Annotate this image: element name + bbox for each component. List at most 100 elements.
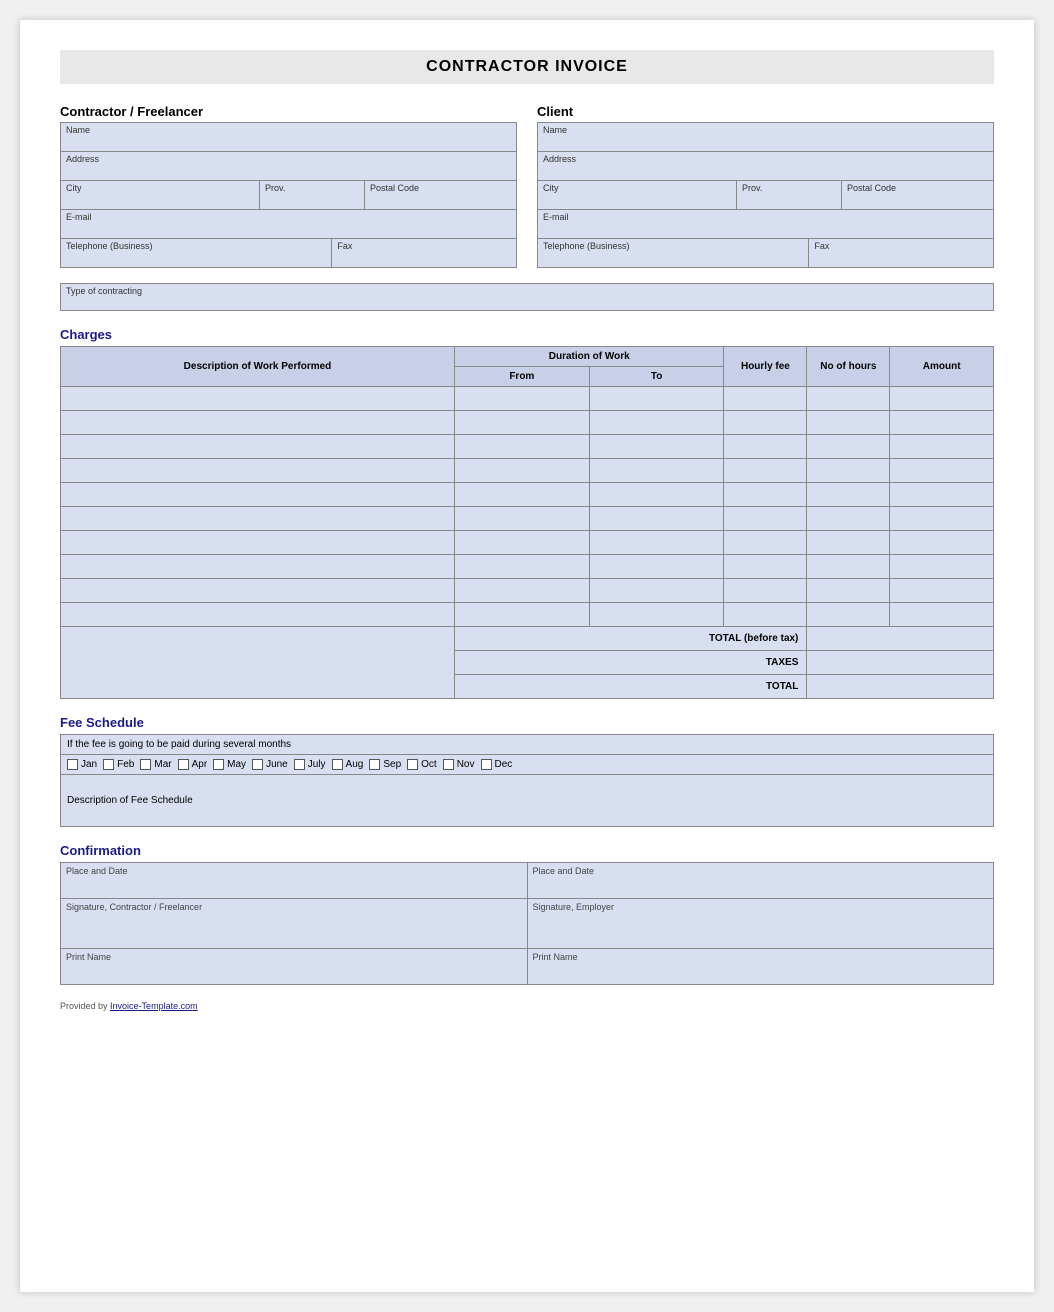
charges-row-8[interactable] [61,555,994,579]
month-checkbox-july[interactable] [294,759,305,770]
footer-provided-by: Provided by [60,1001,108,1011]
contractor-email-label: E-mail [66,212,511,222]
confirmation-table: Place and Date Place and Date Signature,… [60,862,994,985]
contractor-email-row: E-mail [60,209,517,239]
client-prov-label: Prov. [742,183,836,193]
month-label-may: May [227,759,246,770]
contractor-fax-field[interactable]: Fax [332,239,516,267]
charges-row-9[interactable] [61,579,994,603]
contractor-tel-field[interactable]: Telephone (Business) [61,239,332,267]
month-checkbox-mar[interactable] [140,759,151,770]
contractor-prov-field[interactable]: Prov. [260,181,365,209]
total-label: TOTAL [454,675,806,699]
confirm-signature-right[interactable]: Signature, Employer [527,899,994,949]
client-name-field[interactable]: Name [538,123,993,151]
client-fax-field[interactable]: Fax [809,239,993,267]
month-label-aug: Aug [346,759,364,770]
contractor-name-label: Name [66,125,511,135]
client-postal-field[interactable]: Postal Code [842,181,993,209]
charges-row-6[interactable] [61,507,994,531]
client-city-row: City Prov. Postal Code [537,180,994,210]
month-checkbox-dec[interactable] [481,759,492,770]
confirm-place-date-left-label: Place and Date [66,866,128,876]
fee-months-cell: JanFebMarAprMayJuneJulyAugSepOctNovDec [61,755,994,775]
fee-description-cell[interactable]: Description of Fee Schedule [61,775,994,827]
contractor-address-label: Address [66,154,511,164]
month-checkbox-june[interactable] [252,759,263,770]
client-heading: Client [537,104,994,119]
footer-link[interactable]: Invoice-Template.com [110,1001,198,1011]
month-checkbox-nov[interactable] [443,759,454,770]
month-label-oct: Oct [421,759,437,770]
month-checkbox-aug[interactable] [332,759,343,770]
taxes-label: TAXES [454,651,806,675]
footer: Provided by Invoice-Template.com [60,1001,994,1011]
contractor-postal-field[interactable]: Postal Code [365,181,516,209]
month-checkbox-jan[interactable] [67,759,78,770]
col-to: To [589,367,724,387]
contractor-fax-label: Fax [337,241,511,251]
contractor-name-field[interactable]: Name [61,123,516,151]
charges-row-1[interactable] [61,387,994,411]
client-tel-field[interactable]: Telephone (Business) [538,239,809,267]
months-container: JanFebMarAprMayJuneJulyAugSepOctNovDec [67,759,987,770]
confirmation-section: Confirmation Place and Date Place and Da… [60,843,994,985]
charges-row-10[interactable] [61,603,994,627]
contractor-tel-label: Telephone (Business) [66,241,326,251]
client-prov-field[interactable]: Prov. [737,181,842,209]
fee-if-paid-row: If the fee is going to be paid during se… [61,735,994,755]
type-of-contracting-field[interactable]: Type of contracting [60,283,994,311]
client-tel-row: Telephone (Business) Fax [537,238,994,268]
charges-row-7[interactable] [61,531,994,555]
charges-row-2[interactable] [61,411,994,435]
charges-row-5[interactable] [61,483,994,507]
client-name-label: Name [543,125,988,135]
col-description: Description of Work Performed [61,347,455,387]
month-item-apr: Apr [178,759,208,770]
client-email-field[interactable]: E-mail [538,210,993,238]
contractor-city-row: City Prov. Postal Code [60,180,517,210]
month-checkbox-feb[interactable] [103,759,114,770]
month-item-dec: Dec [481,759,513,770]
confirm-place-date-right[interactable]: Place and Date [527,863,994,899]
col-from: From [454,367,589,387]
invoice-page: CONTRACTOR INVOICE Contractor / Freelanc… [20,20,1034,1292]
month-item-june: June [252,759,288,770]
fee-if-paid-label: If the fee is going to be paid during se… [67,739,291,750]
confirm-place-date-left[interactable]: Place and Date [61,863,528,899]
month-checkbox-may[interactable] [213,759,224,770]
month-label-sep: Sep [383,759,401,770]
month-item-oct: Oct [407,759,437,770]
contractor-city-field[interactable]: City [61,181,260,209]
month-label-nov: Nov [457,759,475,770]
client-email-row: E-mail [537,209,994,239]
month-label-jan: Jan [81,759,97,770]
month-checkbox-apr[interactable] [178,759,189,770]
confirm-signature-right-label: Signature, Employer [533,902,615,912]
contractor-email-field[interactable]: E-mail [61,210,516,238]
client-address-row: Address [537,151,994,181]
confirm-print-left[interactable]: Print Name [61,949,528,985]
client-city-field[interactable]: City [538,181,737,209]
contractor-address-field[interactable]: Address [61,152,516,180]
type-of-contracting-label: Type of contracting [66,286,988,296]
charges-row-4[interactable] [61,459,994,483]
month-item-aug: Aug [332,759,364,770]
confirm-print-right[interactable]: Print Name [527,949,994,985]
month-checkbox-oct[interactable] [407,759,418,770]
confirm-signature-left[interactable]: Signature, Contractor / Freelancer [61,899,528,949]
charges-row-3[interactable] [61,435,994,459]
month-item-july: July [294,759,326,770]
total-value[interactable] [807,675,994,699]
total-before-tax-value[interactable] [807,627,994,651]
month-label-june: June [266,759,288,770]
taxes-value[interactable] [807,651,994,675]
month-checkbox-sep[interactable] [369,759,380,770]
fee-schedule-table: If the fee is going to be paid during se… [60,734,994,827]
confirmation-heading: Confirmation [60,843,994,858]
client-address-field[interactable]: Address [538,152,993,180]
contractor-address-row: Address [60,151,517,181]
confirm-place-date-right-label: Place and Date [533,866,595,876]
col-no-hours-label: No of hours [820,361,876,372]
col-no-hours: No of hours [807,347,890,387]
